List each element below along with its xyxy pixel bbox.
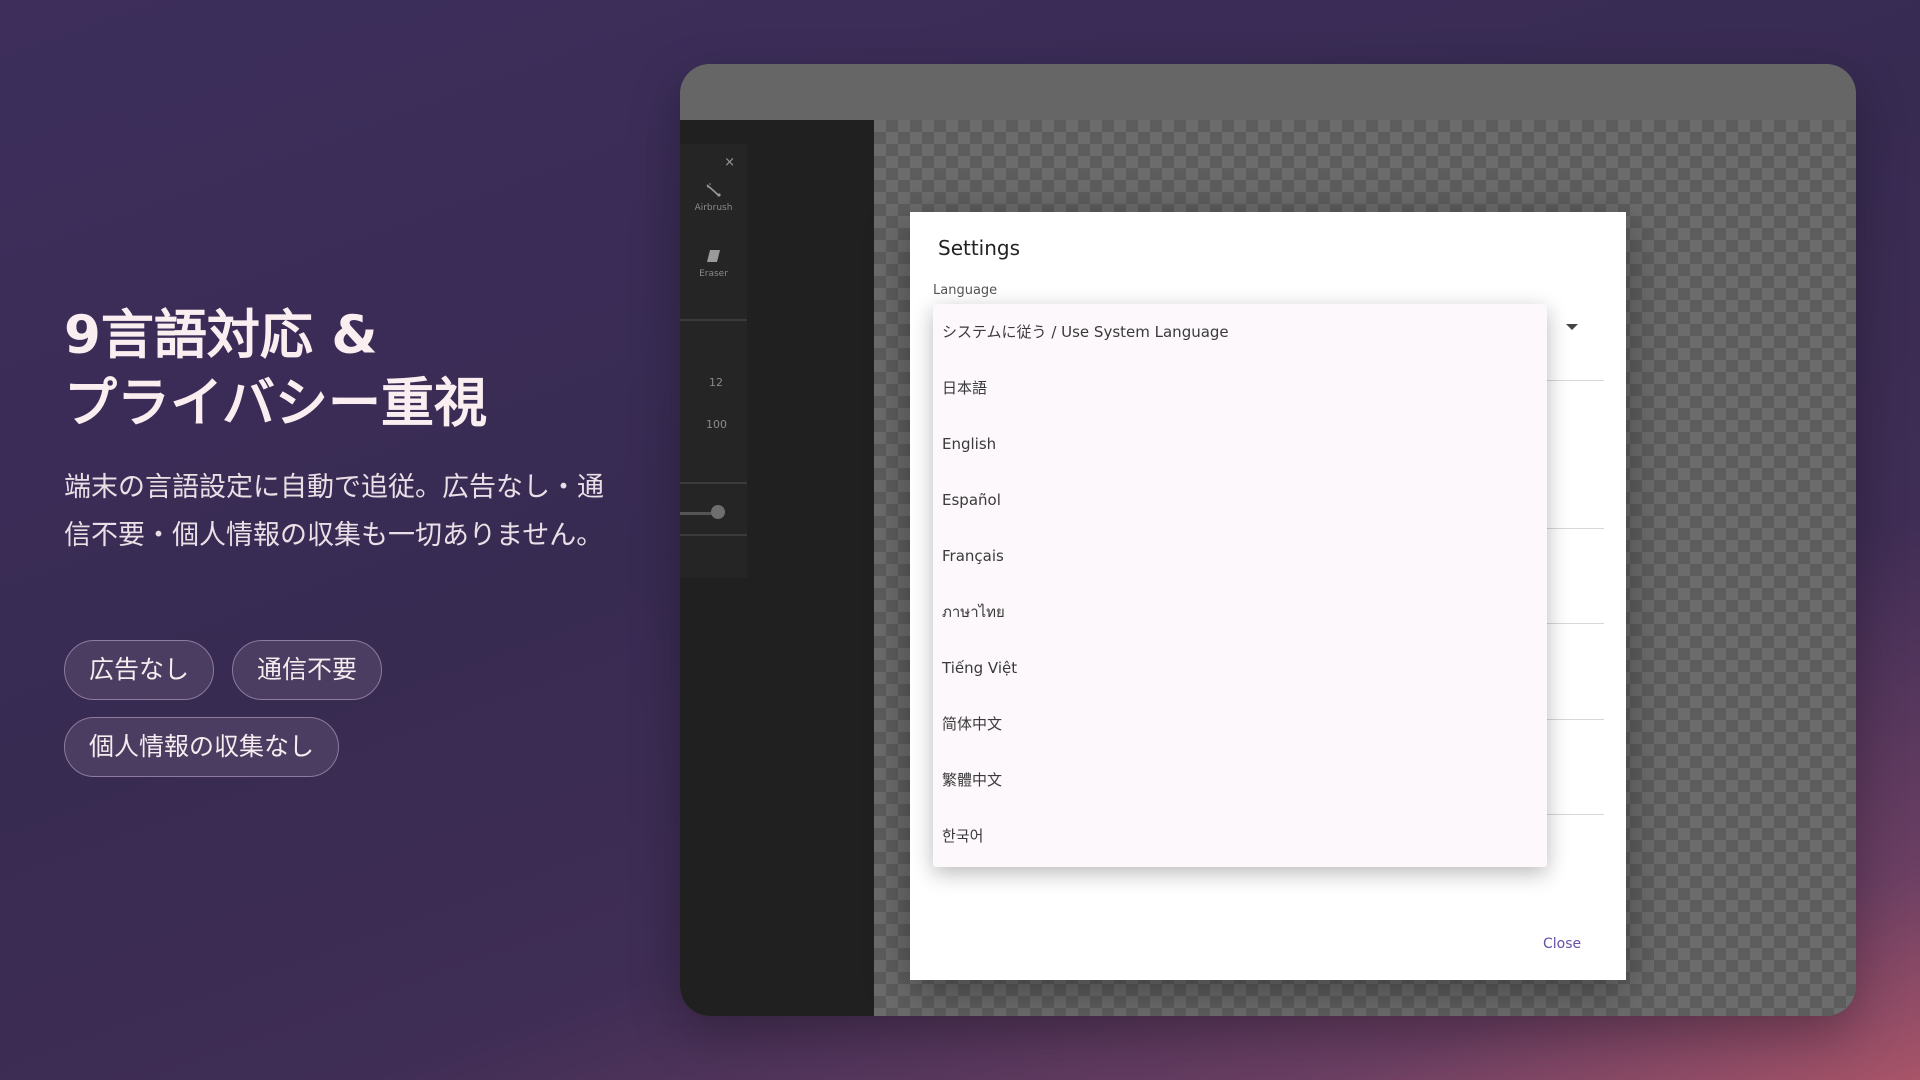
language-option-ko[interactable]: 한국어: [933, 808, 1547, 864]
eraser-icon: [680, 248, 747, 269]
tool-panel-divider: [680, 319, 747, 321]
close-icon[interactable]: ×: [724, 155, 735, 170]
language-option-es[interactable]: Español: [933, 472, 1547, 528]
language-option-ja[interactable]: 日本語: [933, 360, 1547, 416]
promo-description: 端末の言語設定に自動で追従。広告なし・通信不要・個人情報の収集も一切ありません。: [64, 472, 604, 551]
settings-dialog: Settings Language Close システムに従う / Use Sy…: [910, 212, 1626, 980]
language-option-system[interactable]: システムに従う / Use System Language: [933, 304, 1547, 360]
tool-panel-divider: [680, 534, 747, 536]
tool-airbrush-label: Airbrush: [694, 203, 733, 213]
brush-slider-handle[interactable]: [711, 505, 725, 519]
tool-eraser[interactable]: Eraser: [680, 248, 747, 279]
chip-no-network: 通信不要: [232, 640, 383, 700]
language-option-zh-hant[interactable]: 繁體中文: [933, 752, 1547, 808]
language-option-vi[interactable]: Tiếng Việt: [933, 640, 1547, 696]
language-option-zh-hans[interactable]: 简体中文: [933, 696, 1547, 752]
close-button[interactable]: Close: [1543, 936, 1581, 952]
tool-panel: × Airbrush Eraser 12 100: [680, 144, 747, 578]
chip-no-data-collection: 個人情報の収集なし: [64, 717, 340, 777]
chip-no-ads: 広告なし: [64, 640, 215, 700]
language-dropdown-menu: システムに従う / Use System Language 日本語 Englis…: [933, 304, 1547, 867]
brush-opacity-value: 100: [706, 418, 727, 431]
promo-headline: 9言語対応 & プライバシー重視: [64, 302, 487, 438]
language-field-label: Language: [933, 283, 998, 298]
headline-line-1: 9言語対応 &: [64, 305, 378, 366]
device-frame: × Airbrush Eraser 12 100 Settings Langua…: [680, 64, 1856, 1016]
language-option-th[interactable]: ภาษาไทย: [933, 584, 1547, 640]
brush-size-value: 12: [709, 376, 723, 389]
dropdown-arrow-icon[interactable]: [1566, 324, 1578, 330]
language-option-fr[interactable]: Français: [933, 528, 1547, 584]
tool-airbrush[interactable]: Airbrush: [680, 182, 747, 213]
tool-panel-divider: [680, 482, 747, 484]
window-titlebar: [680, 64, 1856, 120]
app-screen: × Airbrush Eraser 12 100 Settings Langua…: [680, 120, 1856, 1016]
language-option-en[interactable]: English: [933, 416, 1547, 472]
dialog-title: Settings: [938, 236, 1021, 260]
headline-line-2: プライバシー重視: [64, 373, 487, 434]
tool-eraser-label: Eraser: [699, 269, 728, 279]
airbrush-icon: [680, 182, 747, 203]
